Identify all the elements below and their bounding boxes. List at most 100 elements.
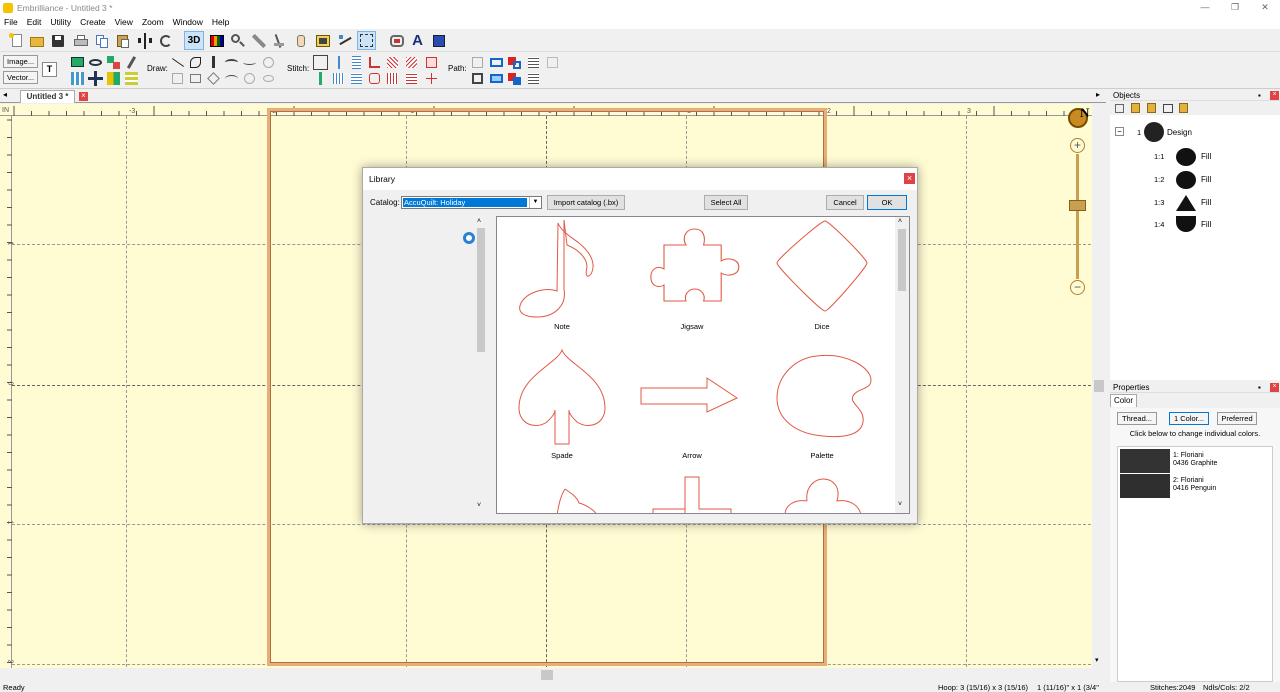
select-nodes-icon[interactable] [357,31,376,50]
cancel-button[interactable]: Cancel [826,195,864,210]
open-folder-icon[interactable] [28,32,45,49]
panel-pin-icon[interactable]: ▪ [1258,90,1261,101]
stitch-cross-icon[interactable] [331,71,346,86]
menu-help[interactable]: Help [208,17,234,27]
scroll-down-icon[interactable]: ˅ [898,501,902,508]
select-all-button[interactable]: Select All [704,195,748,210]
shape-cell-partial[interactable] [497,475,627,513]
new-file-icon[interactable] [8,32,25,49]
lock-alt-icon[interactable] [1147,103,1156,113]
hoop-icon[interactable] [388,32,405,49]
stitch-flake-icon[interactable] [424,71,439,86]
copy-icon[interactable] [93,32,110,49]
text-tool-icon[interactable]: A [409,32,426,49]
dialog-close-button[interactable]: × [904,173,915,184]
draw-ellipse-icon[interactable] [261,71,276,86]
color-blocks-icon[interactable] [106,71,121,86]
rotate-icon[interactable] [157,32,174,49]
import-catalog-button[interactable]: Import catalog (.bx) [547,195,625,210]
paste-icon[interactable] [114,32,131,49]
properties-close-icon[interactable]: × [1270,383,1279,392]
thread-row[interactable]: 2: Floriani 0416 Penguin [1119,474,1273,498]
catalog-tree-pane[interactable]: ˄ ˅ [367,216,489,516]
shape-cell-palette[interactable]: Palette [757,346,887,471]
draw-circle-icon[interactable] [242,71,257,86]
scroll-up-icon[interactable]: ˄ [898,218,902,225]
draw-rect-icon[interactable] [170,71,185,86]
stitch-pattern-icon[interactable] [404,55,419,70]
3d-view-button[interactable]: 3D [184,31,204,50]
scroll-down-icon[interactable]: ˅ [477,502,481,509]
move-cross-icon[interactable] [88,71,103,86]
lock-icon[interactable] [1131,103,1140,113]
magnify-icon[interactable] [229,32,246,49]
menu-view[interactable]: View [111,17,138,27]
draw-freehand-icon[interactable] [224,55,239,70]
shape-grid-scrollbar[interactable]: ˄ ˅ [895,217,909,513]
shape-cell-clover-partial[interactable] [757,475,887,513]
zoom-out-icon[interactable]: − [1070,280,1085,295]
shape-cell-spade[interactable]: Spade [497,346,627,471]
stitch-fill-icon[interactable] [385,55,400,70]
select-frame-icon[interactable] [314,32,331,49]
eye-icon[interactable] [88,55,103,70]
stitch-grid-icon[interactable] [404,71,419,86]
object-item[interactable]: 1:3 Fill [1150,194,1250,214]
panel-pin-icon[interactable]: ▪ [1258,382,1261,393]
grid-yellow-icon[interactable] [124,71,139,86]
image-button[interactable]: Image... [3,55,38,68]
stitch-motif-icon[interactable] [424,55,439,70]
zoom-slider-thumb[interactable] [1069,200,1086,211]
color-chart-icon[interactable] [208,32,225,49]
menu-file[interactable]: File [0,17,23,27]
stitch-run-icon[interactable] [313,55,328,70]
object-item[interactable]: 1:4 Fill [1150,216,1250,236]
path-subtract-icon[interactable] [507,71,522,86]
stitch-satin-icon[interactable] [349,55,364,70]
chevron-down-icon[interactable]: ▼ [529,197,541,208]
menu-utility[interactable]: Utility [46,17,76,27]
scroll-down-icon[interactable]: ▾ [1095,656,1099,664]
zoom-slider-track[interactable] [1076,154,1079,279]
path-split-icon[interactable] [489,71,504,86]
design-label[interactable]: Design [1167,128,1192,137]
path-align-icon[interactable] [470,71,485,86]
draw-pen-icon[interactable] [206,55,221,70]
canvas-vertical-scrollbar[interactable]: ▾ [1092,104,1106,668]
unlock-icon[interactable] [1179,103,1188,113]
thread-row[interactable]: 1: Floriani 0436 Graphite [1119,449,1273,473]
stitch-tack-icon[interactable] [313,71,328,86]
left-pane-scroll-thumb[interactable] [477,228,485,352]
canvas-horizontal-scrollbar[interactable] [0,668,1106,682]
delete-object-icon[interactable] [1163,104,1173,113]
menu-edit[interactable]: Edit [23,17,47,27]
shape-cell-jigsaw[interactable]: Jigsaw [627,217,757,342]
path-lines-icon[interactable] [526,55,541,70]
measure-icon[interactable] [250,32,267,49]
print-icon[interactable] [72,32,89,49]
text-box-icon[interactable]: T [42,62,57,77]
close-window-button[interactable]: ✕ [1250,0,1280,15]
object-item[interactable]: 1:2 Fill [1150,171,1250,191]
draw-star-icon[interactable] [206,71,221,86]
object-item[interactable]: 1:1 Fill [1150,148,1250,168]
vertical-scroll-thumb[interactable] [1094,380,1104,392]
shape-cell-note[interactable]: Note [497,217,627,342]
zoom-in-icon[interactable]: + [1070,138,1085,153]
menu-create[interactable]: Create [76,17,111,27]
shape-cell-cross-partial[interactable] [627,475,757,513]
shape-cell-dice[interactable]: Dice [757,217,887,342]
tab-untitled-3[interactable]: Untitled 3 * [20,90,75,103]
shape-cell-arrow[interactable]: Arrow [627,346,757,471]
scroll-up-icon[interactable]: ˄ [477,218,481,225]
draw-curve-icon[interactable] [188,55,203,70]
display-icon[interactable] [70,55,85,70]
shape-grid-scroll-thumb[interactable] [898,229,906,291]
group-icon[interactable] [1115,104,1124,113]
monogram-icon[interactable] [430,32,447,49]
draw-wave-icon[interactable] [242,55,257,70]
menu-window[interactable]: Window [169,17,208,27]
path-disabled2-icon[interactable] [545,55,560,70]
edit-brush-icon[interactable] [124,55,139,70]
stitch-zigzag-icon[interactable] [367,71,382,86]
